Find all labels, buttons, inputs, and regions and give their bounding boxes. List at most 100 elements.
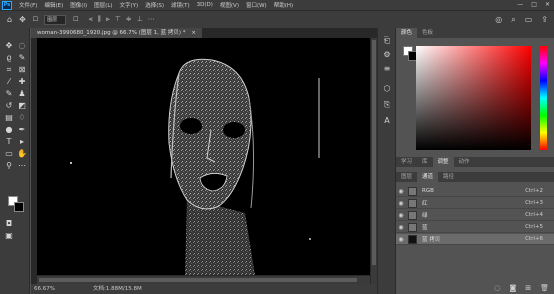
- menu-view[interactable]: 视图(V): [220, 1, 239, 9]
- visibility-eye-icon[interactable]: ◉: [396, 236, 406, 243]
- 3d-mode-icon[interactable]: ◎: [495, 15, 502, 25]
- new-channel-icon[interactable]: ⊞: [525, 284, 531, 292]
- menu-edit[interactable]: 编辑(E): [44, 1, 63, 9]
- more-tools-icon[interactable]: ⋯: [16, 160, 28, 171]
- eyedropper-tool-icon[interactable]: ⁄: [3, 76, 15, 87]
- channel-row-blue[interactable]: ◉ 蓝 Ctrl+5: [396, 222, 554, 233]
- channel-shortcut: Ctrl+3: [525, 200, 543, 206]
- healing-brush-tool-icon[interactable]: ✚: [16, 76, 28, 87]
- document-info[interactable]: 文档:1.88M/15.8M: [93, 284, 142, 294]
- menu-image[interactable]: 图像(I): [70, 1, 87, 9]
- history-panel-icon[interactable]: ⎗: [382, 36, 392, 46]
- visibility-eye-icon[interactable]: ◉: [396, 188, 406, 195]
- adjust-panel-icon[interactable]: ≡: [382, 64, 392, 74]
- channel-row-rgb[interactable]: ◉ RGB Ctrl+2: [396, 186, 554, 197]
- tab-layers[interactable]: 图层: [396, 172, 417, 182]
- lasso-tool-icon[interactable]: ϱ: [3, 52, 15, 63]
- close-tab-icon[interactable]: ×: [191, 30, 196, 36]
- zoom-level[interactable]: 66.67%: [34, 284, 55, 294]
- align-top-icon[interactable]: ⊤: [115, 15, 121, 24]
- vertical-scroll-thumb[interactable]: [372, 40, 376, 265]
- tab-swatches[interactable]: 色板: [417, 28, 438, 38]
- brush-tool-icon[interactable]: ✎: [3, 88, 15, 99]
- save-selection-icon[interactable]: ◙: [509, 284, 516, 292]
- menu-type[interactable]: 文字(Y): [120, 1, 139, 9]
- menu-filter[interactable]: 滤镜(T): [171, 1, 190, 9]
- hue-slider[interactable]: [540, 46, 547, 150]
- align-right-icon[interactable]: ⫸: [106, 15, 110, 24]
- type-tool-icon[interactable]: T: [3, 136, 15, 147]
- tab-channels[interactable]: 通道: [417, 172, 439, 182]
- tab-color[interactable]: 颜色: [396, 28, 418, 38]
- minimize-button[interactable]: —: [517, 1, 523, 8]
- clone-stamp-tool-icon[interactable]: ♟: [16, 88, 28, 99]
- tab-learn[interactable]: 学习: [396, 157, 417, 167]
- blur-tool-icon[interactable]: ♢: [16, 112, 28, 123]
- visibility-eye-icon[interactable]: ◉: [396, 200, 406, 207]
- document-tab[interactable]: woman-3990680_1920.jpg @ 66.7% (图层 1, 蓝 …: [31, 28, 202, 38]
- gradient-tool-icon[interactable]: ▤: [3, 112, 15, 123]
- menu-select[interactable]: 选择(S): [145, 1, 164, 9]
- tab-actions[interactable]: 动作: [454, 157, 475, 167]
- align-bottom-icon[interactable]: ⊥: [137, 15, 143, 24]
- path-select-tool-icon[interactable]: ▸: [16, 136, 28, 147]
- transform-controls-checkbox[interactable]: ☐: [73, 16, 78, 23]
- history-brush-tool-icon[interactable]: ↺: [3, 100, 15, 111]
- align-left-icon[interactable]: ⫷: [89, 15, 93, 24]
- quick-select-tool-icon[interactable]: ✎: [16, 52, 28, 63]
- color-spectrum[interactable]: [416, 46, 531, 150]
- visibility-eye-icon[interactable]: ◉: [396, 224, 406, 231]
- delete-channel-icon[interactable]: 🗑: [540, 284, 549, 292]
- hand-tool-icon[interactable]: ✋: [16, 148, 28, 159]
- menu-window[interactable]: 窗口(W): [246, 1, 267, 9]
- channel-shortcut: Ctrl+2: [525, 188, 543, 194]
- move-tool-icon[interactable]: ✥: [19, 15, 26, 24]
- crop-tool-icon[interactable]: ⌗: [3, 64, 15, 75]
- menu-bar: Ps 文件(F) 编辑(E) 图像(I) 图层(L) 文字(Y) 选择(S) 滤…: [0, 0, 554, 10]
- align-buttons: ⫷ ⫼ ⫸ ⊤ ≑ ⊥ ⋯: [89, 15, 155, 24]
- pen-tool-icon[interactable]: ✒: [16, 124, 28, 135]
- close-window-button[interactable]: ✕: [545, 1, 550, 8]
- background-color-swatch[interactable]: [14, 202, 24, 212]
- menu-file[interactable]: 文件(F): [19, 1, 37, 9]
- distribute-icon[interactable]: ⋯: [148, 15, 155, 24]
- menu-layer[interactable]: 图层(L): [94, 1, 112, 9]
- character-panel-icon[interactable]: A: [382, 116, 392, 126]
- auto-select-checkbox[interactable]: ☐: [33, 16, 38, 23]
- marquee-tool-icon[interactable]: ◌: [16, 40, 28, 51]
- channel-row-green[interactable]: ◉ 绿 Ctrl+4: [396, 210, 554, 221]
- shape-tool-icon[interactable]: ▭: [3, 148, 15, 159]
- properties-panel-icon[interactable]: ⚙: [382, 50, 392, 60]
- paths-panel-icon[interactable]: ⎘: [382, 100, 392, 110]
- align-hcenter-icon[interactable]: ⫼: [98, 15, 101, 24]
- channel-row-red[interactable]: ◉ 红 Ctrl+3: [396, 198, 554, 209]
- zoom-tool-icon[interactable]: ⚲: [3, 160, 15, 171]
- auto-select-target-select[interactable]: 图层: [44, 14, 67, 25]
- channel-row-blue-copy[interactable]: ◉ 蓝 拷贝 Ctrl+6: [396, 234, 554, 245]
- dodge-tool-icon[interactable]: ●: [3, 124, 15, 135]
- tab-paths[interactable]: 路径: [438, 172, 459, 182]
- share-icon[interactable]: ⇪: [541, 15, 548, 25]
- align-vcenter-icon[interactable]: ≑: [126, 15, 132, 24]
- visibility-eye-icon[interactable]: ◉: [396, 212, 406, 219]
- horizontal-scroll-thumb[interactable]: [39, 278, 357, 282]
- menu-help[interactable]: 帮助(H): [274, 1, 293, 9]
- image-canvas[interactable]: [37, 38, 370, 275]
- options-bar: ⌂ ✥ ☐ 图层 ☐ ⫷ ⫼ ⫸ ⊤ ≑ ⊥ ⋯ ◎ ⌕ ▭ ⇪: [0, 10, 554, 28]
- maximize-button[interactable]: □: [531, 1, 537, 8]
- tab-adjustments[interactable]: 调整: [432, 157, 454, 167]
- frame-tool-icon[interactable]: ⊠: [16, 64, 28, 75]
- load-selection-icon[interactable]: ◌: [494, 284, 500, 292]
- move-tool-icon[interactable]: ✥: [3, 40, 15, 51]
- horizontal-scrollbar[interactable]: [37, 276, 370, 284]
- 3d-panel-icon[interactable]: ⬡: [382, 84, 392, 94]
- workspace-icon[interactable]: ▭: [525, 15, 533, 25]
- screen-mode-icon[interactable]: ▣: [3, 230, 15, 241]
- channel-name: 绿: [422, 213, 428, 219]
- menu-3d[interactable]: 3D(D): [197, 2, 213, 8]
- eraser-tool-icon[interactable]: ◩: [16, 100, 28, 111]
- search-icon[interactable]: ⌕: [511, 15, 515, 25]
- quick-mask-icon[interactable]: ◘: [3, 218, 15, 229]
- tab-libraries[interactable]: 库: [417, 157, 433, 167]
- home-icon[interactable]: ⌂: [7, 15, 12, 24]
